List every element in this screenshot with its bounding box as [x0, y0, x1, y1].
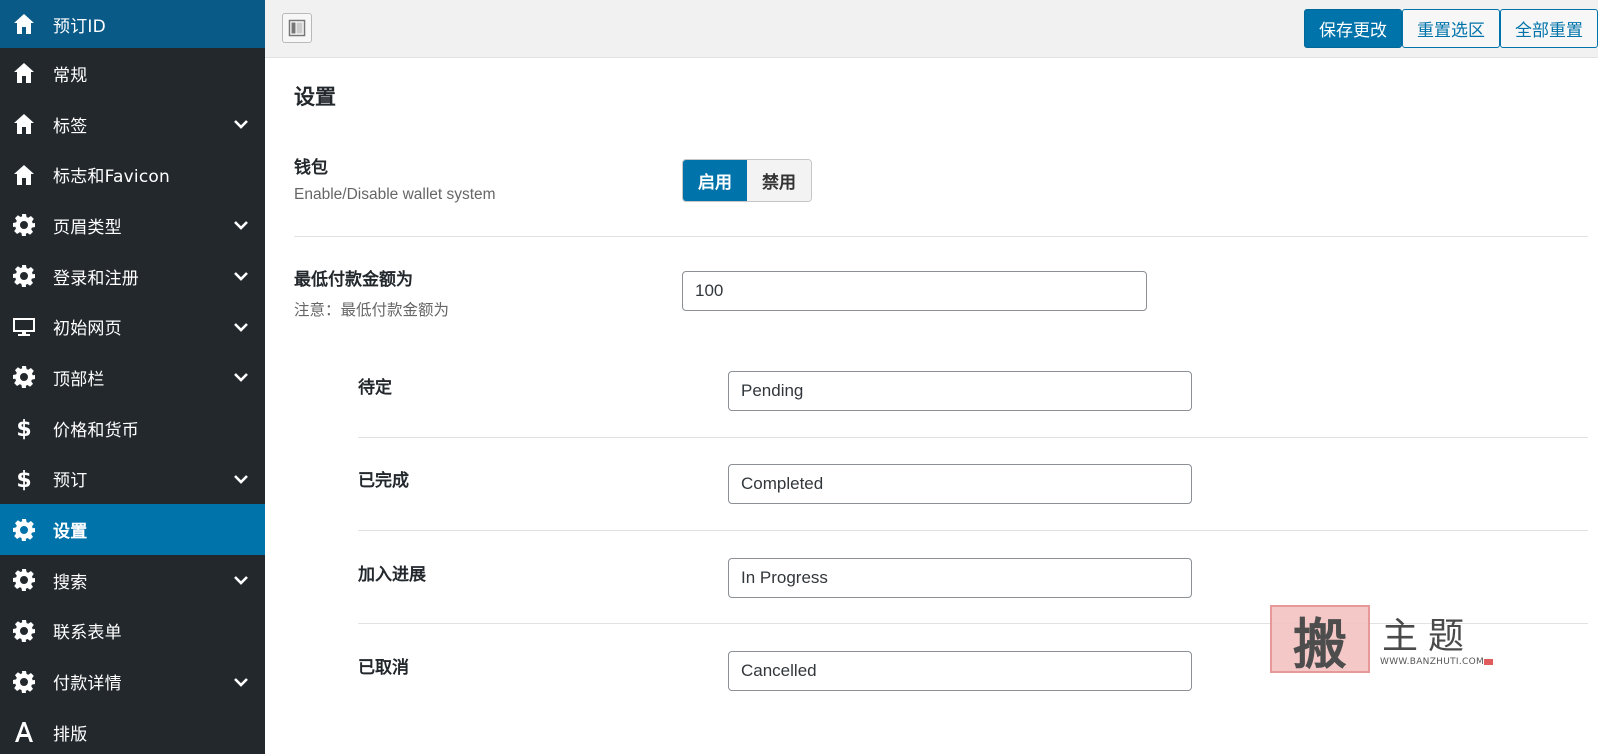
status-in-progress-label: 加入进展 [358, 565, 426, 585]
sidebar-item-label: 排版 [53, 724, 88, 745]
watermark-url: WWW.BANZHUTI.COM [1380, 657, 1485, 667]
svg-text:$: $ [16, 468, 31, 491]
gear-icon [11, 364, 37, 390]
sidebar-item-label: 顶部栏 [53, 369, 105, 390]
status-cancelled-label: 已取消 [358, 658, 409, 678]
sidebar-item-label: 标签 [53, 116, 88, 137]
home-icon [11, 60, 37, 86]
gear-icon [11, 567, 37, 593]
sidebar-item-booking[interactable]: $ 预订 [0, 454, 265, 505]
watermark-text: 主题 [1382, 616, 1475, 657]
sidebar-item-price-currency[interactable]: $ 价格和货币 [0, 403, 265, 454]
dollar-icon: $ [11, 466, 37, 492]
panel-toggle-icon [288, 19, 306, 37]
sidebar-item-label: 标志和Favicon [53, 167, 170, 188]
reset-section-button[interactable]: 重置选区 [1402, 9, 1500, 48]
gear-icon [11, 212, 37, 238]
chevron-down-icon[interactable] [231, 367, 251, 387]
home-icon [11, 162, 37, 188]
chevron-down-icon[interactable] [231, 317, 251, 337]
sidebar-item-tags[interactable]: 标签 [0, 99, 265, 150]
chevron-down-icon[interactable] [231, 266, 251, 286]
sidebar-item-label: 登录和注册 [53, 268, 139, 289]
home-icon [11, 11, 37, 37]
wallet-description: Enable/Disable wallet system [294, 186, 496, 203]
watermark-mark [1484, 659, 1493, 665]
wallet-setting: 钱包 Enable/Disable wallet system [294, 153, 496, 204]
sidebar-item-home-page[interactable]: 初始网页 [0, 301, 265, 352]
dollar-icon: $ [11, 415, 37, 441]
sidebar: 预订ID 常规 标签 标志和Favicon 页眉类型 登录和注册 初始网页 顶部… [0, 0, 265, 754]
sidebar-item-settings[interactable]: 设置 [0, 504, 265, 555]
wallet-enable-option[interactable]: 启用 [683, 160, 747, 201]
sidebar-item-label: 页眉类型 [53, 217, 122, 238]
chevron-down-icon[interactable] [231, 469, 251, 489]
gear-icon [11, 517, 37, 543]
min-payment-input[interactable]: 100 [682, 271, 1147, 311]
gear-icon [11, 669, 37, 695]
sidebar-item-top-bar[interactable]: 顶部栏 [0, 352, 265, 403]
sidebar-item-label: 联系表单 [53, 623, 122, 644]
sidebar-item-label: 设置 [53, 522, 88, 543]
monitor-icon [11, 314, 37, 340]
chevron-down-icon[interactable] [231, 114, 251, 134]
min-payment-setting: 最低付款金额为 注意：最低付款金额为 [294, 265, 449, 320]
home-icon [11, 111, 37, 137]
gear-icon [11, 263, 37, 289]
toolbar-actions: 保存更改 重置选区 全部重置 [1304, 9, 1598, 48]
sidebar-item-label: 价格和货币 [53, 420, 139, 441]
wallet-toggle: 启用 禁用 [682, 159, 812, 202]
page-title: 设置 [294, 85, 336, 109]
status-pending-input[interactable]: Pending [728, 371, 1192, 411]
sidebar-item-search[interactable]: 搜索 [0, 555, 265, 606]
gear-icon [11, 618, 37, 644]
sidebar-item-contact-form[interactable]: 联系表单 [0, 606, 265, 657]
sidebar-item-label: 常规 [53, 65, 88, 86]
reset-all-button[interactable]: 全部重置 [1500, 9, 1598, 48]
expand-panel-button[interactable] [282, 13, 312, 43]
wallet-title: 钱包 [294, 158, 328, 178]
sidebar-item-typography[interactable]: 排版 [0, 707, 265, 754]
sidebar-item-label: 预订 [53, 471, 88, 492]
sidebar-item-general[interactable]: 常规 [0, 48, 265, 99]
status-completed-label: 已完成 [358, 471, 409, 491]
min-payment-title: 最低付款金额为 [294, 270, 413, 290]
sidebar-item-payment-details[interactable]: 付款详情 [0, 656, 265, 707]
divider [358, 530, 1588, 531]
divider [358, 437, 1588, 438]
sidebar-item-label: 预订ID [53, 16, 106, 37]
typography-icon [11, 719, 37, 745]
status-pending-label: 待定 [358, 378, 392, 398]
sidebar-item-label: 付款详情 [53, 674, 122, 695]
sidebar-item-logo-favicon[interactable]: 标志和Favicon [0, 149, 265, 200]
watermark-logo: 搬 主题 WWW.BANZHUTI.COM [1270, 605, 1520, 677]
sidebar-item-label: 初始网页 [53, 319, 122, 340]
watermark-stamp: 搬 [1270, 605, 1370, 676]
svg-text:$: $ [16, 417, 31, 440]
wallet-disable-option[interactable]: 禁用 [747, 160, 811, 201]
status-cancelled-input[interactable]: Cancelled [728, 651, 1192, 691]
save-button[interactable]: 保存更改 [1304, 9, 1402, 48]
sidebar-item-booking-id[interactable]: 预订ID [0, 0, 265, 48]
sidebar-item-header-type[interactable]: 页眉类型 [0, 200, 265, 251]
min-payment-description: 注意：最低付款金额为 [294, 302, 450, 319]
divider [294, 236, 1588, 237]
sidebar-item-login-register[interactable]: 登录和注册 [0, 251, 265, 302]
status-completed-input[interactable]: Completed [728, 464, 1192, 504]
sidebar-item-label: 搜索 [53, 572, 88, 593]
status-in-progress-input[interactable]: In Progress [728, 558, 1192, 598]
chevron-down-icon[interactable] [231, 215, 251, 235]
chevron-down-icon[interactable] [231, 672, 251, 692]
top-toolbar: 保存更改 重置选区 全部重置 [265, 0, 1598, 58]
chevron-down-icon[interactable] [231, 570, 251, 590]
